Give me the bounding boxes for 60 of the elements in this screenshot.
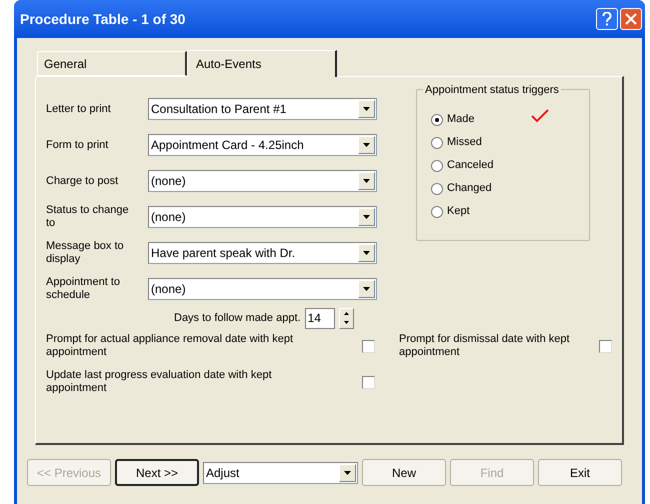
checkmark-icon xyxy=(530,108,549,122)
radio-label: Made xyxy=(447,112,475,128)
checkbox[interactable] xyxy=(599,340,612,352)
field-label: Form to print xyxy=(46,138,110,152)
spin-button[interactable] xyxy=(338,308,354,328)
field-label: Appointment to schedule xyxy=(46,276,121,302)
caret-icon xyxy=(363,215,370,219)
dropdown-field[interactable]: Appointment Card - 4.25inch xyxy=(148,134,377,156)
caret-icon xyxy=(363,179,370,183)
dropdown-button[interactable] xyxy=(358,208,375,226)
dropdown-field[interactable]: Have parent speak with Dr. xyxy=(148,242,377,264)
footer-button[interactable]: New xyxy=(362,459,446,486)
help-button[interactable] xyxy=(596,8,618,30)
dropdown-button[interactable] xyxy=(358,136,375,154)
dropdown-field[interactable]: (none) xyxy=(148,278,377,300)
dropdown-button[interactable] xyxy=(358,100,375,118)
dropdown-field[interactable]: Consultation to Parent #1 xyxy=(148,98,377,120)
radio-label: Canceled xyxy=(447,158,494,174)
field-label: Letter to print xyxy=(46,102,112,116)
dropdown-field[interactable]: (none) xyxy=(148,170,377,192)
tab[interactable]: Auto-Events xyxy=(187,50,337,77)
help-icon xyxy=(602,12,612,26)
caret-icon xyxy=(344,470,351,474)
field-label: Charge to post xyxy=(46,174,120,188)
checkbox[interactable] xyxy=(362,376,375,388)
down-arrow-icon xyxy=(344,321,349,324)
radio-label: Kept xyxy=(447,204,470,220)
field-label: Status to change to xyxy=(46,204,130,230)
window-title: Procedure Table - 1 of 30 xyxy=(20,10,186,28)
dropdown-button[interactable] xyxy=(358,244,375,262)
radio-label: Missed xyxy=(447,135,482,150)
radio-button[interactable] xyxy=(431,114,443,126)
number-field[interactable]: 14 xyxy=(304,308,335,328)
checkbox[interactable] xyxy=(362,340,375,352)
radio-button[interactable] xyxy=(431,206,443,218)
footer-button[interactable]: Next >> xyxy=(115,459,199,486)
radio-button[interactable] xyxy=(431,182,443,194)
up-arrow-icon xyxy=(344,312,349,315)
caret-icon xyxy=(363,251,370,255)
dropdown-field[interactable]: Adjust xyxy=(203,462,358,484)
close-button[interactable] xyxy=(620,8,642,30)
radio-label: Changed xyxy=(447,181,492,196)
caret-icon xyxy=(363,143,370,147)
days-label: Days to follow made appt. xyxy=(174,310,301,326)
field-label: Message box to display xyxy=(46,240,125,266)
checkbox-label: Prompt for actual appliance removal date with kept appointment xyxy=(46,333,294,359)
group-title: Appointment status triggers xyxy=(423,82,561,98)
dropdown-button[interactable] xyxy=(358,172,375,190)
dropdown-field[interactable]: (none) xyxy=(148,206,377,228)
caret-icon xyxy=(363,107,370,111)
dropdown-button[interactable] xyxy=(358,280,375,298)
dropdown-button[interactable] xyxy=(339,464,356,482)
radio-button[interactable] xyxy=(431,136,443,148)
tab[interactable]: General xyxy=(37,51,187,76)
checkbox-label: Prompt for dismissal date with kept appointment xyxy=(399,333,571,359)
radio-button[interactable] xyxy=(431,160,443,172)
footer-button[interactable]: Exit xyxy=(538,459,622,486)
close-icon xyxy=(625,13,637,25)
checkbox-label: Update last progress evaluation date with kept appointment xyxy=(46,369,273,395)
caret-icon xyxy=(363,287,370,291)
